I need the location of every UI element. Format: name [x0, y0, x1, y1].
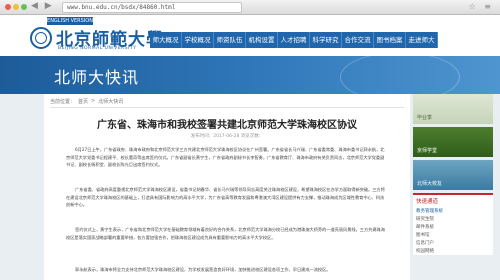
quick-link[interactable]: 邮件系统: [413, 223, 493, 231]
nav-item[interactable]: 师大概况: [150, 32, 182, 48]
nav-item[interactable]: 科学研究: [310, 32, 342, 48]
promo-label: 北师大校友: [417, 181, 443, 187]
back-forward-icon[interactable]: ◀ ▶: [31, 1, 54, 11]
emblem-inner-ring: [35, 32, 47, 44]
quick-link[interactable]: 研究生院: [413, 215, 493, 223]
university-emblem-icon: [30, 27, 52, 49]
url-text: www.bnu.edu.cn/bsdx/84860.html: [67, 4, 176, 11]
english-version-link[interactable]: ENGLISH VERSION: [47, 17, 93, 25]
address-bar[interactable]: www.bnu.edu.cn/bsdx/84860.html: [62, 2, 242, 13]
article-title: 广东省、珠海市和我校签署共建北京师范大学珠海校区协议: [97, 120, 357, 131]
browser-toolbar: ◀ ▶ www.bnu.edu.cn/bsdx/84860.html ☆ ≡: [0, 0, 500, 15]
university-english-name: BEIJING NORMAL UNIVERSITY: [58, 46, 137, 51]
right-sidebar: 毕业季 京师学堂 北师大校友 快速通道 教务管理系统 研究生院 邮件系统 图书馆…: [413, 94, 500, 280]
article-panel: 当前位置： 首页 > 北师大快讯 广东省、珠海市和我校签署共建北京师范大学珠海校…: [44, 94, 410, 280]
article-paragraph: 签约仪式上，黄宁生表示，广东省和北京师范大学在基础教育领域有着良好的合作关系，北…: [66, 227, 385, 240]
nav-item[interactable]: 师资队伍: [214, 32, 246, 48]
minimize-window-button[interactable]: [13, 4, 19, 10]
promo-banner[interactable]: 京师学堂: [413, 127, 493, 157]
quick-link[interactable]: 教务管理系统: [413, 207, 493, 215]
section-title: 北师大快讯: [54, 68, 140, 87]
breadcrumb-home-link[interactable]: 首页: [78, 98, 88, 105]
promo-banner[interactable]: 北师大校友: [413, 160, 493, 190]
nav-item[interactable]: 学校概况: [182, 32, 214, 48]
quick-links-panel: 快速通道 教务管理系统 研究生院 邮件系统 图书馆 信息门户 校园网络: [413, 193, 493, 255]
nav-item[interactable]: 合作交流: [342, 32, 374, 48]
article-paragraph: 6月27日上午，广东省政府、珠海市政府和北京师范大学三方共建北京师范大学珠海校区…: [66, 147, 385, 167]
nav-item[interactable]: 人才招聘: [278, 32, 310, 48]
article-meta: 发布时间：2017-06-28 浏览次数：: [190, 134, 264, 139]
breadcrumb-section-link[interactable]: 北师大快讯: [98, 98, 123, 105]
breadcrumb: 当前位置： 首页 > 北师大快讯: [50, 98, 123, 105]
main-nav: 师大概况 学校概况 师资队伍 机构设置 人才招聘 科学研究 合作交流 图书档案 …: [150, 32, 438, 48]
breadcrumb-separator: >: [91, 98, 96, 104]
promo-label: 毕业季: [417, 115, 433, 121]
quick-link[interactable]: 校园网络: [413, 247, 493, 255]
quick-link[interactable]: 信息门户: [413, 239, 493, 247]
divider: [50, 107, 404, 108]
close-window-button[interactable]: [5, 4, 11, 10]
nav-item[interactable]: 图书档案: [374, 32, 406, 48]
breadcrumb-prefix: 当前位置：: [50, 99, 76, 105]
quick-links-title: 快速通道: [416, 199, 439, 205]
article-paragraph: 广东省委、省政府高度重视北京师范大学珠海校区建设，省委书记胡春华、省长马兴瑞等领…: [66, 187, 385, 207]
browser-menu-icon[interactable]: ☆ ≡: [469, 2, 494, 11]
promo-label: 京师学堂: [417, 148, 438, 154]
section-banner: 北师大快讯: [0, 56, 500, 94]
promo-banner[interactable]: 毕业季: [413, 94, 493, 124]
banner-decoration: [340, 56, 460, 94]
maximize-window-button[interactable]: [21, 4, 27, 10]
article-paragraph: 郭永航表示，珠海市将全力支持北京师范大学珠海校区建设，为学校发展营造良好环境，加…: [75, 267, 331, 272]
nav-item[interactable]: 机构设置: [246, 32, 278, 48]
site-header: ENGLISH VERSION 北京師範大學 BEIJING NORMAL UN…: [0, 15, 500, 56]
nav-item[interactable]: 走进师大: [406, 32, 438, 48]
quick-link[interactable]: 图书馆: [413, 231, 493, 239]
